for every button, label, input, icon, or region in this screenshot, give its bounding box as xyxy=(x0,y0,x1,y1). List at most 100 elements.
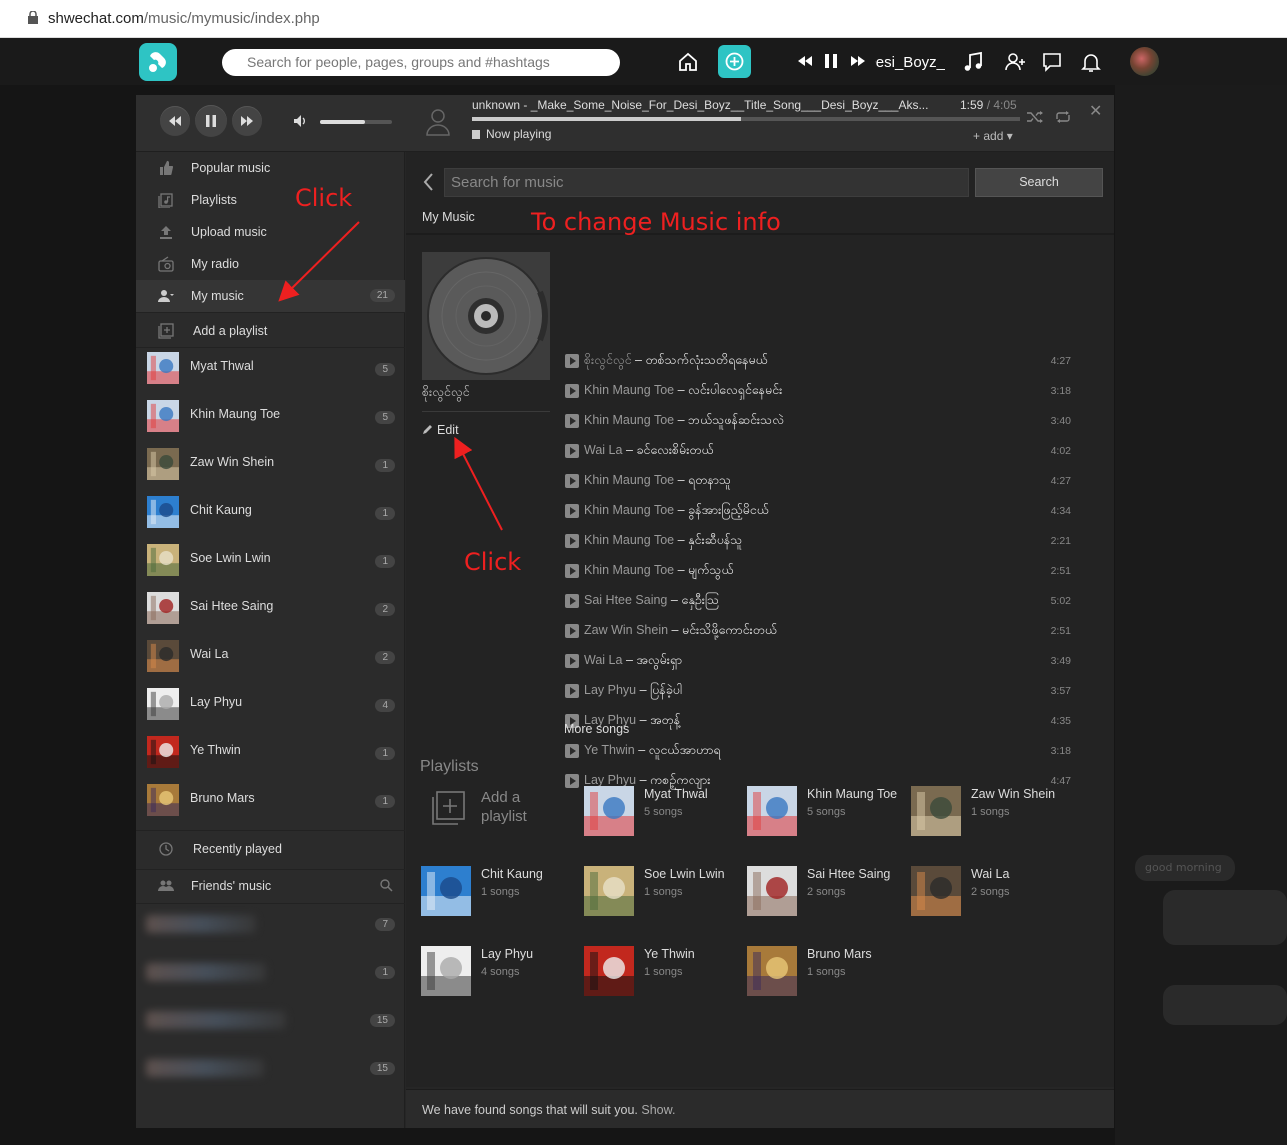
next-button[interactable] xyxy=(232,106,262,136)
browser-url-bar[interactable]: shwechat.com/music/mymusic/index.php xyxy=(0,0,1287,38)
song-title: အတုန့် xyxy=(650,713,681,727)
playlist-card[interactable]: Wai La 2 songs xyxy=(911,866,1071,918)
add-to-playlist-button[interactable]: + add ▾ xyxy=(973,129,1013,143)
sidebar-item-playlists[interactable]: Playlists xyxy=(136,184,405,216)
user-avatar[interactable] xyxy=(1130,47,1159,76)
home-icon[interactable] xyxy=(676,50,700,74)
sidebar-artist-item[interactable]: Khin Maung Toe 5 xyxy=(136,400,405,448)
search-icon[interactable] xyxy=(379,878,393,892)
song-row[interactable]: Khin Maung Toe – ဘယ်သူဖန်ဆင်းသလဲ 3:40 xyxy=(565,407,1075,437)
chat-icon[interactable] xyxy=(1040,50,1064,74)
play-icon[interactable] xyxy=(565,504,579,518)
play-icon[interactable] xyxy=(565,654,579,668)
sidebar-item-friends-music[interactable]: Friends' music xyxy=(136,870,405,902)
friend-music-row[interactable]: 15 xyxy=(136,1053,405,1101)
friend-music-row[interactable]: 1 xyxy=(136,957,405,1005)
rewind-icon[interactable] xyxy=(797,54,813,68)
add-playlist-card[interactable]: Add a playlist xyxy=(426,788,566,838)
playlist-card[interactable]: Zaw Win Shein 1 songs xyxy=(911,786,1071,838)
song-row[interactable]: Khin Maung Toe – လင်းပါလေရှင်နေမင်း 3:18 xyxy=(565,377,1075,407)
shuffle-icon[interactable] xyxy=(1026,110,1044,124)
more-songs-link[interactable]: More songs xyxy=(564,722,629,736)
create-button[interactable] xyxy=(718,45,751,78)
song-row[interactable]: Ye Thwin – လူငယ်အာဟာရ 3:18 xyxy=(565,737,1075,767)
forward-icon[interactable] xyxy=(850,54,866,68)
song-row[interactable]: စိုးလွင်လွင် – တစ်သက်လုံးသတိရနေမယ် 4:27 xyxy=(565,347,1075,377)
play-icon[interactable] xyxy=(565,414,579,428)
volume-icon[interactable] xyxy=(292,113,308,129)
url-text[interactable]: shwechat.com/music/mymusic/index.php xyxy=(48,10,320,27)
sidebar-item-my-radio[interactable]: My radio xyxy=(136,248,405,280)
sidebar-artist-item[interactable]: Soe Lwin Lwin 1 xyxy=(136,544,405,592)
track-progress-bar[interactable] xyxy=(472,117,1020,121)
sidebar-artist-item[interactable]: Myat Thwal 5 xyxy=(136,352,405,400)
song-row[interactable]: Wai La – အလွမ်းရှာ 3:49 xyxy=(565,647,1075,677)
sidebar-artist-item[interactable]: Sai Htee Saing 2 xyxy=(136,592,405,640)
back-button[interactable] xyxy=(422,172,434,197)
volume-slider[interactable] xyxy=(320,120,392,124)
album-cover[interactable] xyxy=(422,252,550,380)
playlist-card[interactable]: Myat Thwal 5 songs xyxy=(584,786,744,838)
sidebar-item-upload-music[interactable]: Upload music xyxy=(136,216,405,248)
song-row[interactable]: Lay Phyu – အတုန့် 4:35 xyxy=(565,707,1075,737)
sidebar-artist-item[interactable]: Lay Phyu 4 xyxy=(136,688,405,736)
global-search-input[interactable]: Search for people, pages, groups and #ha… xyxy=(222,49,620,76)
song-row[interactable]: Khin Maung Toe – မျက်သွယ် 2:51 xyxy=(565,557,1075,587)
play-icon[interactable] xyxy=(565,444,579,458)
playlist-card[interactable]: Khin Maung Toe 5 songs xyxy=(747,786,907,838)
play-icon[interactable] xyxy=(565,684,579,698)
pause-icon[interactable] xyxy=(824,53,838,69)
play-icon[interactable] xyxy=(565,534,579,548)
prev-button[interactable] xyxy=(160,106,190,136)
song-row[interactable]: Khin Maung Toe – ခွန်အားဖြည့်မိငယ် 4:34 xyxy=(565,497,1075,527)
bell-icon[interactable] xyxy=(1079,50,1103,74)
playlist-card[interactable]: Lay Phyu 4 songs xyxy=(421,946,581,998)
sidebar-item-my-music[interactable]: My music 21 xyxy=(136,280,405,312)
play-icon[interactable] xyxy=(565,384,579,398)
sidebar-artist-item[interactable]: Chit Kaung 1 xyxy=(136,496,405,544)
close-modal-button[interactable]: ✕ xyxy=(1089,101,1102,120)
playlist-card[interactable]: Ye Thwin 1 songs xyxy=(584,946,744,998)
pause-button[interactable] xyxy=(195,105,227,137)
sidebar-item-recently-played[interactable]: Recently played xyxy=(136,833,405,865)
url-host: shwechat.com xyxy=(48,10,144,27)
sidebar-artist-item[interactable]: Ye Thwin 1 xyxy=(136,736,405,784)
play-icon[interactable] xyxy=(565,474,579,488)
song-row[interactable]: Khin Maung Toe – နှင်းဆီပန်သူ 2:21 xyxy=(565,527,1075,557)
artist-thumbnail-image xyxy=(147,400,179,432)
site-logo[interactable] xyxy=(139,43,177,81)
footer-show-link[interactable]: Show. xyxy=(641,1103,675,1117)
play-icon[interactable] xyxy=(565,744,579,758)
add-user-icon[interactable] xyxy=(1003,50,1027,74)
friend-music-row[interactable]: 7 xyxy=(136,909,405,957)
song-row[interactable]: Wai La – ခင်လေးစိမ်းတယ် 4:02 xyxy=(565,437,1075,467)
song-row[interactable]: Sai Htee Saing – နှေဦးသြ 5:02 xyxy=(565,587,1075,617)
music-note-icon[interactable] xyxy=(961,50,985,74)
song-row[interactable]: Khin Maung Toe – ရတနာသူ 4:27 xyxy=(565,467,1075,497)
mini-player-title[interactable]: _Make_Some_Noise_For_Desi_Boyz xyxy=(875,54,945,71)
play-icon[interactable] xyxy=(565,594,579,608)
playlist-cover-image xyxy=(584,866,634,916)
play-icon[interactable] xyxy=(565,354,579,368)
friend-music-row[interactable]: 15 xyxy=(136,1005,405,1053)
music-search-button[interactable]: Search xyxy=(975,168,1103,197)
sidebar-artist-item[interactable]: Zaw Win Shein 1 xyxy=(136,448,405,496)
playlist-card[interactable]: Bruno Mars 1 songs xyxy=(747,946,907,998)
song-row[interactable]: Lay Phyu – ပြန်ခဲ့ပါ 3:57 xyxy=(565,677,1075,707)
music-search-input[interactable]: Search for music xyxy=(444,168,969,197)
edit-music-info-button[interactable]: Edit xyxy=(422,423,459,437)
sidebar-item-popular-music[interactable]: Popular music xyxy=(136,152,405,184)
now-playing-link[interactable]: Now playing xyxy=(472,127,551,141)
sidebar-artist-item[interactable]: Wai La 2 xyxy=(136,640,405,688)
playlist-card[interactable]: Soe Lwin Lwin 1 songs xyxy=(584,866,744,918)
play-icon[interactable] xyxy=(565,564,579,578)
background-chat-panel: good morning xyxy=(1115,85,1287,1145)
playlist-card[interactable]: Sai Htee Saing 2 songs xyxy=(747,866,907,918)
sidebar-artist-item[interactable]: Bruno Mars 1 xyxy=(136,784,405,832)
song-row[interactable]: Zaw Win Shein – မင်းသိဖို့ကောင်းတယ် 2:51 xyxy=(565,617,1075,647)
play-icon[interactable] xyxy=(565,774,579,788)
repeat-icon[interactable] xyxy=(1054,110,1072,124)
play-icon[interactable] xyxy=(565,624,579,638)
playlist-card[interactable]: Chit Kaung 1 songs xyxy=(421,866,581,918)
sidebar-add-playlist[interactable]: Add a playlist xyxy=(136,315,405,347)
